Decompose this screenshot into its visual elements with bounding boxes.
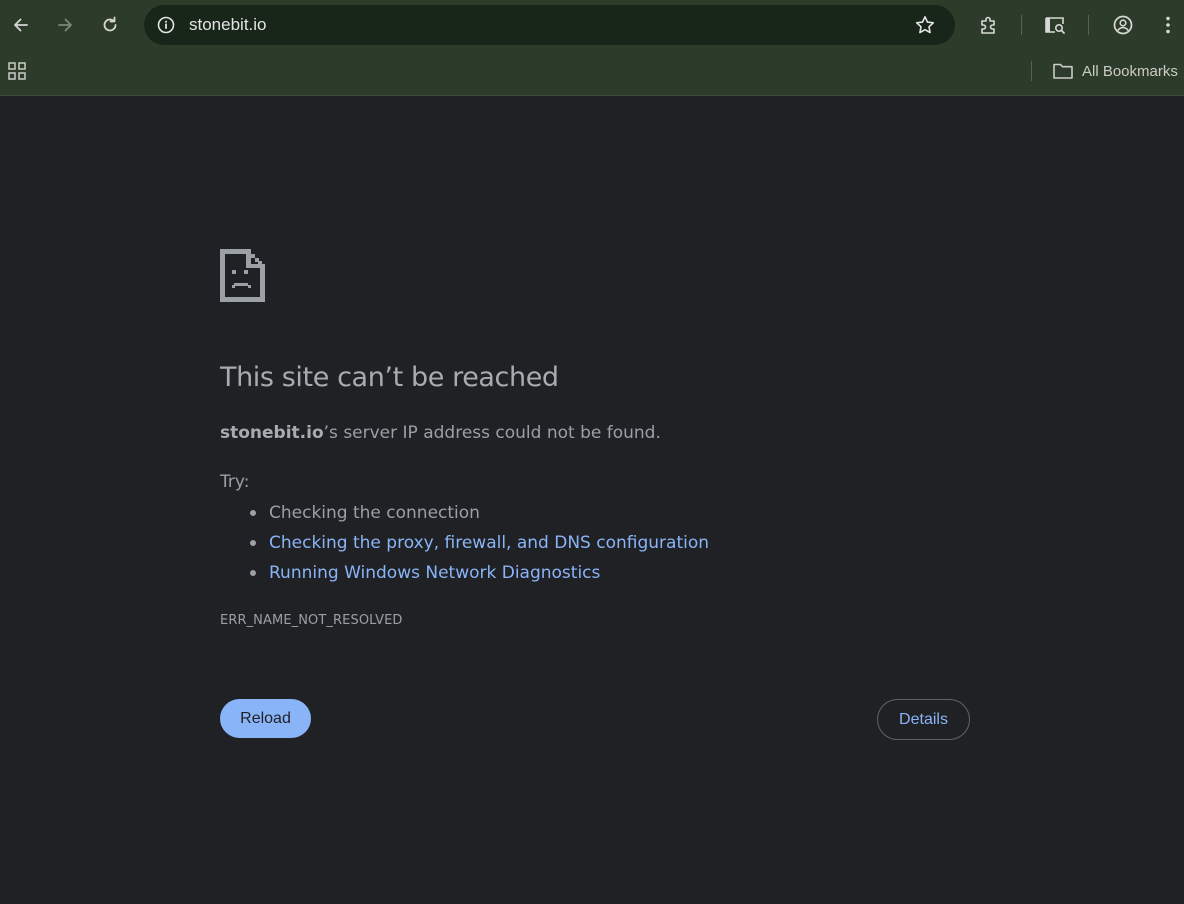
details-button[interactable]: Details <box>877 699 970 740</box>
suggestion-item: Checking the proxy, firewall, and DNS co… <box>248 531 709 561</box>
suggestion-item: Checking the connection <box>248 501 709 531</box>
puzzle-icon <box>981 16 995 34</box>
suggestion-check-connection: Checking the connection <box>269 503 480 523</box>
reload-icon <box>103 16 117 32</box>
suggestion-proxy-dns-link[interactable]: Checking the proxy, firewall, and DNS co… <box>269 533 709 553</box>
suggestions-list: Checking the connection Checking the pro… <box>248 501 709 591</box>
browser-toolbar <box>0 0 1184 50</box>
error-summary: stonebit.io’s server IP address could no… <box>220 423 661 443</box>
info-icon <box>157 16 175 34</box>
toolbar-separator <box>1021 15 1022 35</box>
try-label: Try: <box>220 472 250 492</box>
toolbar-separator <box>1088 15 1089 35</box>
suggestion-network-diagnostics-link[interactable]: Running Windows Network Diagnostics <box>269 563 600 583</box>
reload-page-button[interactable] <box>94 9 126 41</box>
url-input[interactable] <box>189 15 889 35</box>
arrow-left-icon <box>14 18 28 32</box>
apps-grid-icon <box>8 62 26 80</box>
sad-document-icon <box>220 249 265 302</box>
tab-search-icon <box>1045 17 1065 34</box>
star-icon <box>915 16 935 34</box>
apps-button[interactable] <box>1 55 33 87</box>
error-summary-text: ’s server IP address could not be found. <box>323 423 661 443</box>
extensions-button[interactable] <box>973 9 1005 41</box>
menu-button[interactable] <box>1152 9 1184 41</box>
profile-icon <box>1113 15 1133 35</box>
bookmarks-separator <box>1031 61 1032 81</box>
bookmark-star-button[interactable] <box>909 9 941 41</box>
forward-button[interactable] <box>49 9 81 41</box>
folder-icon <box>1053 63 1073 79</box>
error-code: ERR_NAME_NOT_RESOLVED <box>220 613 403 628</box>
error-host: stonebit.io <box>220 423 324 443</box>
back-button[interactable] <box>5 9 37 41</box>
all-bookmarks-button[interactable]: All Bookmarks <box>1046 56 1184 86</box>
arrow-right-icon <box>58 18 72 32</box>
error-title: This site can’t be reached <box>220 362 559 393</box>
tab-search-button[interactable] <box>1039 9 1071 41</box>
reload-button[interactable]: Reload <box>220 699 311 738</box>
suggestion-item: Running Windows Network Diagnostics <box>248 561 709 591</box>
kebab-menu-icon <box>1166 16 1170 34</box>
profile-button[interactable] <box>1107 9 1139 41</box>
bookmarks-bar <box>0 50 1184 96</box>
all-bookmarks-label: All Bookmarks <box>1082 62 1178 80</box>
address-bar[interactable] <box>144 5 955 45</box>
site-info-button[interactable] <box>150 9 182 41</box>
